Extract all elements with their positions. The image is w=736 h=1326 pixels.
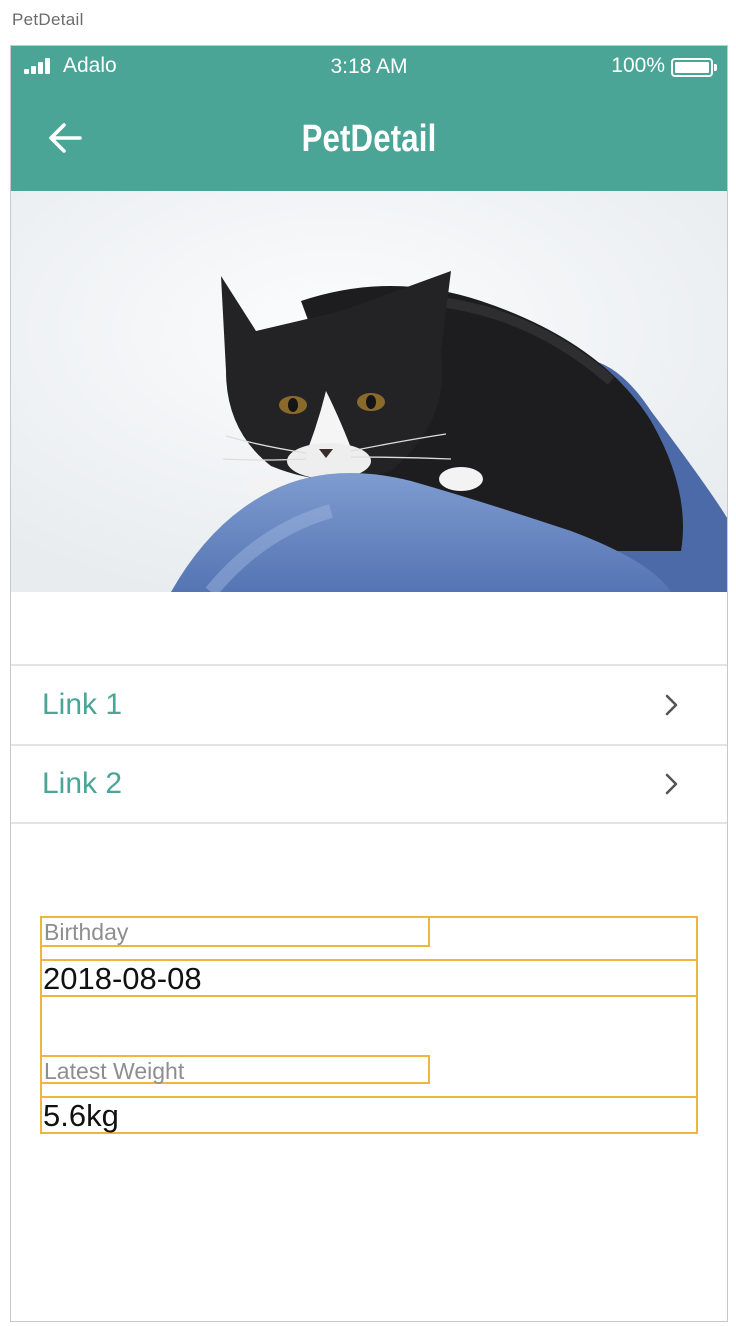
- app-header: Adalo 3:18 AM 100% PetDetail: [11, 46, 727, 191]
- link-label: Link 2: [42, 767, 123, 800]
- link-item-1[interactable]: Link 1: [11, 664, 727, 744]
- chevron-right-icon: [665, 773, 678, 795]
- link-list: Link 1 Link 2: [11, 664, 727, 824]
- link-label: Link 1: [42, 688, 123, 721]
- screen-name-label: PetDetail: [12, 10, 84, 29]
- birthday-value: 2018-08-08: [42, 959, 696, 997]
- chevron-right-icon: [665, 694, 678, 716]
- pet-details-group: Birthday 2018-08-08 Latest Weight 5.6kg: [40, 916, 698, 1134]
- pet-photo: [11, 191, 727, 592]
- weight-value: 5.6kg: [42, 1096, 696, 1134]
- battery-percentage: 100%: [611, 54, 665, 77]
- phone-frame: Adalo 3:18 AM 100% PetDetail Link 1 Link…: [10, 45, 728, 1322]
- page-title: PetDetail: [301, 118, 437, 160]
- status-bar: Adalo 3:18 AM 100%: [11, 46, 727, 88]
- link-item-2[interactable]: Link 2: [11, 744, 727, 824]
- birthday-label: Birthday: [42, 918, 430, 947]
- weight-label: Latest Weight: [42, 1055, 430, 1084]
- battery-icon: [671, 58, 717, 77]
